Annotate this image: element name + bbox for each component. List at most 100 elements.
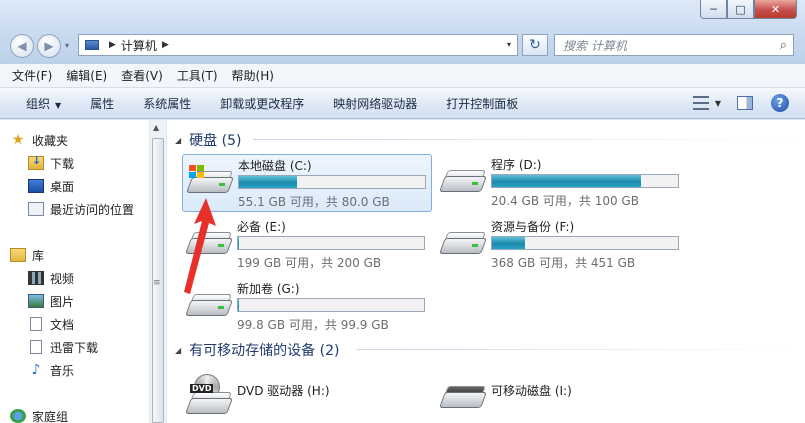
sidebar-item-libraries[interactable]: 库 [10,245,44,265]
uninstall-program-button[interactable]: 卸载或更改程序 [220,95,304,112]
drive-name: 程序 (D:) [491,158,542,172]
sidebar-item-music[interactable]: ♪ 音乐 [28,360,74,380]
drive-usage-bar [238,175,426,189]
drive-list: ◢ 硬盘 (5) 本地磁盘 (C:) 55.1 GB 可用，共 80.0 GB … [167,120,805,423]
collapse-triangle-icon: ◢ [175,135,182,145]
hard-drive-icon [185,294,233,318]
change-view-icon[interactable] [692,96,709,110]
pictures-icon [28,294,44,308]
search-icon[interactable]: ⌕ [780,38,787,53]
organize-button[interactable]: 组织 ▼ [26,95,61,112]
sidebar-item-pictures[interactable]: 图片 [28,291,74,311]
drive-d[interactable]: 程序 (D:) 20.4 GB 可用，共 100 GB [436,154,686,212]
drive-free-space: 20.4 GB 可用，共 100 GB [491,194,639,208]
help-icon[interactable]: ? [771,94,789,112]
address-bar[interactable]: ▶ 计算机 ▶ ▾ [78,34,518,56]
removable-disk-icon [439,386,487,410]
sidebar-item-favorites[interactable]: ★ 收藏夹 [10,130,68,150]
drive-usage-bar [237,298,425,312]
organize-label: 组织 [26,96,51,111]
open-control-panel-button[interactable]: 打开控制面板 [446,95,518,112]
view-options-dropdown[interactable]: ▼ [715,99,721,108]
refresh-button[interactable]: ↻ [522,34,548,56]
sidebar-label: 家庭组 [32,409,69,423]
search-placeholder: 搜索 计算机 [563,38,627,53]
minimize-button[interactable]: ─ [700,0,727,19]
section-divider [357,349,797,350]
sidebar-label: 音乐 [50,363,75,378]
drive-free-space: 199 GB 可用，共 200 GB [237,256,382,270]
dvd-badge: DVD [190,384,214,393]
drive-c[interactable]: 本地磁盘 (C:) 55.1 GB 可用，共 80.0 GB [182,154,432,212]
hard-drive-icon [439,232,487,256]
navigation-pane: ★ 收藏夹 下载 桌面 最近访问的位置 库 视频 图片 文档 迅雷下载 ♪ 音乐 家… [0,120,150,423]
drive-free-space: 99.8 GB 可用，共 99.9 GB [237,318,389,332]
menu-file[interactable]: 文件(F) [12,67,52,84]
section-header-hard-drives[interactable]: ◢ 硬盘 (5) [175,130,241,150]
address-dropdown[interactable]: ▾ [507,40,511,49]
drive-name: 可移动磁盘 (I:) [491,384,572,398]
section-header-removable-storage[interactable]: ◢ 有可移动存储的设备 (2) [175,340,339,360]
scroll-up-arrow[interactable]: ▲ [153,123,159,132]
system-properties-button[interactable]: 系统属性 [143,95,191,112]
sidebar-item-recent-places[interactable]: 最近访问的位置 [28,199,134,219]
sidebar-label: 最近访问的位置 [50,202,135,217]
window-controls: ─ □ ✕ [700,0,797,19]
drive-e[interactable]: 必备 (E:) 199 GB 可用，共 200 GB [182,216,432,274]
breadcrumb-separator[interactable]: ▶ [162,40,169,50]
close-button[interactable]: ✕ [754,0,797,19]
drive-i-removable[interactable]: 可移动磁盘 (I:) [436,372,686,416]
drive-usage-bar [491,236,679,250]
drive-h-dvd[interactable]: DVD DVD 驱动器 (H:) [182,372,432,416]
star-icon: ★ [11,132,25,148]
back-button[interactable]: ◀ [10,34,34,58]
sidebar-item-homegroup[interactable]: 家庭组 [10,406,68,423]
sidebar-label: 图片 [50,294,75,309]
search-input[interactable]: 搜索 计算机 ⌕ [554,34,794,56]
menu-bar: 文件(F) 编辑(E) 查看(V) 工具(T) 帮助(H) [0,64,805,88]
drive-f[interactable]: 资源与备份 (F:) 368 GB 可用，共 451 GB [436,216,686,274]
drive-free-space: 368 GB 可用，共 451 GB [491,256,636,270]
drive-usage-fill [239,176,297,188]
sidebar-item-documents[interactable]: 文档 [28,314,74,334]
sidebar-label: 文档 [50,317,75,332]
sidebar-item-videos[interactable]: 视频 [28,268,74,288]
drive-usage-fill [492,175,641,187]
map-network-drive-button[interactable]: 映射网络驱动器 [333,95,417,112]
library-icon [10,248,26,262]
section-divider [253,139,798,140]
menu-tools[interactable]: 工具(T) [177,67,218,84]
drive-name: 必备 (E:) [237,220,286,234]
preview-pane-icon[interactable] [737,96,753,110]
sidebar-item-downloads[interactable]: 下载 [28,153,74,173]
menu-help[interactable]: 帮助(H) [232,67,274,84]
section-title: 有可移动存储的设备 (2) [189,343,340,359]
drive-usage-fill [238,299,239,311]
drive-name: DVD 驱动器 (H:) [237,384,330,398]
dvd-drive-icon: DVD [185,374,233,416]
sidebar-label: 桌面 [50,179,75,194]
drive-g[interactable]: 新加卷 (G:) 99.8 GB 可用，共 99.9 GB [182,278,432,336]
drive-usage-bar [237,236,425,250]
drive-name: 新加卷 (G:) [237,282,300,296]
hard-drive-icon [185,232,233,256]
breadcrumb-separator[interactable]: ▶ [109,40,116,50]
homegroup-icon [10,409,26,423]
sidebar-label: 下载 [50,156,75,171]
sidebar-label: 视频 [50,271,75,286]
maximize-button[interactable]: □ [727,0,754,19]
menu-view[interactable]: 查看(V) [121,67,163,84]
forward-button[interactable]: ▶ [37,34,61,58]
sidebar-item-desktop[interactable]: 桌面 [28,176,74,196]
pane-resize-grip[interactable]: ≡ [153,278,160,288]
computer-icon [85,40,99,50]
menu-edit[interactable]: 编辑(E) [66,67,107,84]
breadcrumb-computer[interactable]: 计算机 [121,37,157,54]
sidebar-item-xunlei-downloads[interactable]: 迅雷下载 [28,337,98,357]
properties-button[interactable]: 属性 [90,95,114,112]
video-icon [28,271,44,285]
drive-name: 本地磁盘 (C:) [238,159,312,173]
recent-pages-dropdown[interactable]: ▾ [65,41,69,50]
sidebar-label: 迅雷下载 [50,340,99,355]
navigation-scrollbar[interactable]: ▲ ≡ [150,120,166,423]
